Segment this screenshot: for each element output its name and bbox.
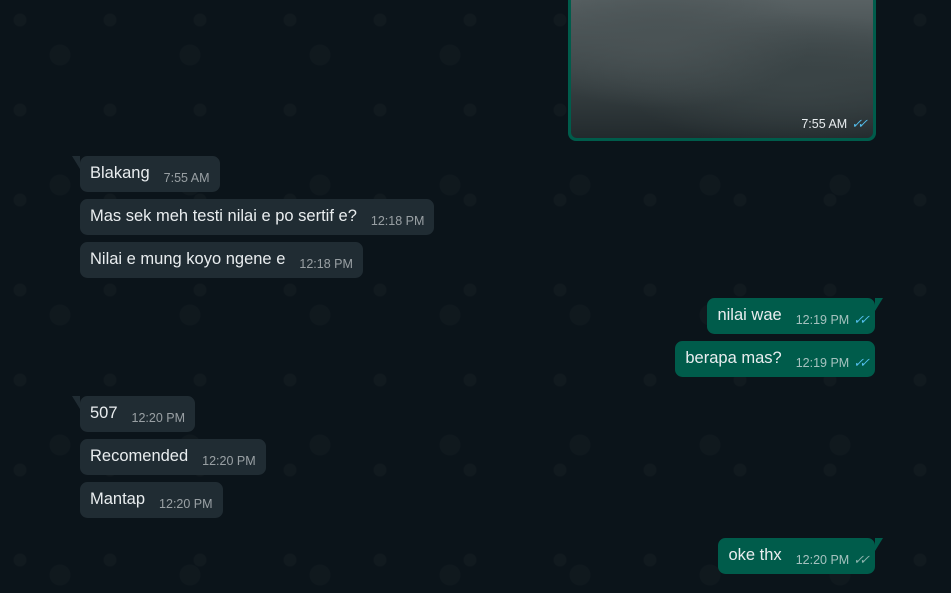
message-time: 12:19 PM <box>795 356 850 370</box>
message-meta: 12:20 PM ✓✓ <box>795 549 870 571</box>
chat-panel: 7:55 AM ✓✓ Blakang 7:55 AM Mas sek meh tes… <box>0 0 951 593</box>
incoming-message[interactable]: Blakang 7:55 AM <box>72 156 220 192</box>
message-time: 7:55 AM <box>801 117 848 131</box>
message-text: Mantap <box>90 490 146 508</box>
message-time: 12:18 PM <box>299 257 353 271</box>
message-meta: 12:19 PM ✓✓ <box>795 309 870 331</box>
message-time: 12:19 PM <box>795 313 850 327</box>
message-meta: 12:19 PM ✓✓ <box>795 352 870 374</box>
message-time: 12:20 PM <box>795 553 850 567</box>
message-time: 12:20 PM <box>159 497 213 511</box>
message-meta: 7:55 AM ✓✓ <box>801 116 868 132</box>
message-text: nilai wae <box>717 306 782 324</box>
message-text: 507 <box>90 404 118 422</box>
message-text: oke thx <box>728 546 782 564</box>
double-check-icon: ✓✓ <box>853 312 870 327</box>
double-check-icon: ✓✓ <box>853 355 870 370</box>
incoming-message[interactable]: Nilai e mung koyo ngene e 12:18 PM <box>80 242 363 278</box>
message-text: Blakang <box>90 164 150 182</box>
image-thumbnail[interactable]: 7:55 AM ✓✓ <box>571 0 873 138</box>
image-message[interactable]: 7:55 AM ✓✓ <box>568 0 876 141</box>
message-time: 12:20 PM <box>202 454 256 468</box>
message-text: berapa mas? <box>685 349 782 367</box>
message-time: 12:18 PM <box>370 214 425 228</box>
message-time: 7:55 AM <box>163 171 210 185</box>
double-check-icon: ✓✓ <box>853 552 870 567</box>
outgoing-message[interactable]: oke thx 12:20 PM ✓✓ <box>718 538 883 574</box>
incoming-message[interactable]: Recomended 12:20 PM <box>80 439 266 475</box>
message-text: Nilai e mung koyo ngene e <box>90 250 286 268</box>
message-time: 12:20 PM <box>131 411 186 425</box>
outgoing-message[interactable]: berapa mas? 12:19 PM ✓✓ <box>675 341 875 377</box>
outgoing-message[interactable]: nilai wae 12:19 PM ✓✓ <box>707 298 883 334</box>
incoming-message[interactable]: Mas sek meh testi nilai e po sertif e? 12… <box>80 199 435 235</box>
incoming-message[interactable]: Mantap 12:20 PM <box>80 482 223 518</box>
incoming-message[interactable]: 507 12:20 PM <box>71 396 196 432</box>
message-text: Mas sek meh testi nilai e po sertif e? <box>90 207 357 225</box>
double-check-icon: ✓✓ <box>851 116 868 131</box>
message-text: Recomended <box>90 447 189 465</box>
